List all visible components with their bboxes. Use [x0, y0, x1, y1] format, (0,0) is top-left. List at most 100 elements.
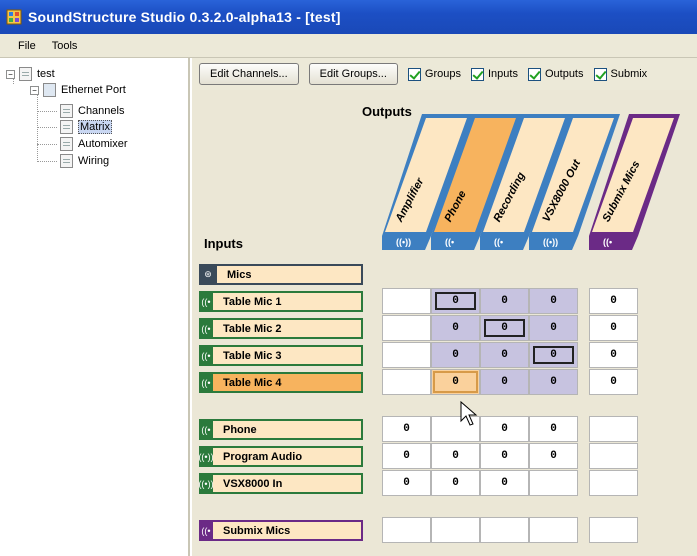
matrix-cell[interactable] — [431, 517, 480, 543]
tree-item-automixer[interactable]: Automixer — [60, 136, 128, 152]
mouse-cursor-icon — [460, 400, 478, 426]
collapse-icon[interactable]: − — [6, 69, 15, 79]
matrix-cell[interactable] — [589, 517, 638, 543]
edit-channels-button[interactable]: Edit Channels... — [199, 63, 299, 85]
tree-item-label: Channels — [78, 105, 125, 117]
matrix-cell[interactable]: 0 — [382, 416, 431, 442]
tree-item-label: Wiring — [78, 155, 110, 167]
menu-tools[interactable]: Tools — [44, 40, 86, 52]
speaker-icon: ((• — [603, 237, 613, 247]
matrix-cell[interactable] — [382, 288, 431, 314]
tree-item-label: Matrix — [78, 120, 112, 134]
inputs-heading: Inputs — [204, 236, 243, 251]
matrix-cell[interactable] — [382, 315, 431, 341]
app-icon — [6, 9, 22, 25]
matrix-cell[interactable]: 0 — [529, 443, 578, 469]
project-tree: − test − Ethernet Port Channels Matrix A… — [0, 58, 190, 556]
matrix-cell[interactable]: 0 — [589, 342, 638, 368]
matrix-cell[interactable]: 0 — [431, 369, 480, 395]
microphone-icon: ((• — [201, 377, 211, 388]
matrix-cell[interactable]: 0 — [480, 342, 529, 368]
matrix-cell[interactable]: 0 — [431, 470, 480, 496]
outputs-checkbox[interactable]: Outputs — [527, 67, 584, 81]
matrix-cell[interactable] — [589, 416, 638, 442]
matrix-cell[interactable]: 0 — [431, 288, 480, 314]
matrix-cell[interactable]: 0 — [529, 342, 578, 368]
input-row-mic[interactable]: ((• Table Mic 2 — [199, 318, 363, 339]
checkbox-icon[interactable] — [593, 67, 607, 81]
matrix-cell[interactable]: 0 — [589, 315, 638, 341]
groups-checkbox[interactable]: Groups — [407, 67, 461, 81]
input-row-remote[interactable]: ((•)) VSX8000 In — [198, 473, 363, 494]
input-group-mics[interactable]: ⊛ Mics — [199, 264, 363, 285]
matrix-cell[interactable] — [589, 470, 638, 496]
output-header-submix-mics[interactable]: Submix Mics ((• — [589, 114, 689, 250]
microphone-icon: ((•)) — [198, 451, 214, 462]
edit-groups-button[interactable]: Edit Groups... — [308, 63, 398, 85]
matrix-cell[interactable]: 0 — [529, 416, 578, 442]
input-label: Table Mic 1 — [213, 293, 361, 310]
matrix-cell[interactable]: 0 — [589, 288, 638, 314]
matrix-cell[interactable] — [589, 443, 638, 469]
window-title: SoundStructure Studio 0.3.2.0-alpha13 - … — [28, 9, 341, 25]
matrix-cell[interactable]: 0 — [431, 443, 480, 469]
tree-item-ethernet-port[interactable]: − Ethernet Port — [30, 82, 126, 98]
input-row-submix[interactable]: ((• Submix Mics — [199, 520, 363, 541]
matrix-cell[interactable]: 0 — [480, 470, 529, 496]
tree-item-wiring[interactable]: Wiring — [60, 153, 109, 169]
tree-item-matrix[interactable]: Matrix — [60, 119, 112, 135]
matrix-cell[interactable] — [382, 369, 431, 395]
collapse-icon[interactable]: − — [30, 85, 39, 95]
matrix-cell[interactable]: 0 — [382, 470, 431, 496]
matrix-cell[interactable] — [529, 517, 578, 543]
input-label: Submix Mics — [213, 522, 361, 539]
tree-root[interactable]: − test — [6, 66, 55, 82]
matrix-canvas: Outputs Inputs Amplifier ((•)) Phone ((• Rec… — [192, 90, 697, 556]
title-bar: SoundStructure Studio 0.3.2.0-alpha13 - … — [0, 0, 697, 34]
microphone-icon: ((• — [201, 424, 211, 435]
microphone-icon: ((• — [201, 525, 211, 536]
input-label: Table Mic 2 — [213, 320, 361, 337]
matrix-cell[interactable]: 0 — [529, 288, 578, 314]
matrix-cell[interactable]: 0 — [480, 315, 529, 341]
checkbox-label: Submix — [610, 68, 648, 80]
matrix-cell[interactable] — [382, 517, 431, 543]
input-row-mic[interactable]: ((• Table Mic 4 — [199, 372, 363, 393]
toolbar: Edit Channels... Edit Groups... Groups I… — [192, 58, 697, 90]
matrix-cell[interactable]: 0 — [480, 443, 529, 469]
matrix-cell[interactable]: 0 — [431, 315, 480, 341]
group-icon: ⊛ — [204, 269, 212, 279]
checkbox-icon[interactable] — [471, 67, 484, 81]
matrix-cell[interactable]: 0 — [529, 315, 578, 341]
page-icon — [60, 137, 73, 151]
matrix-cell[interactable]: 0 — [431, 342, 480, 368]
matrix-cell[interactable] — [480, 517, 529, 543]
checkbox-icon[interactable] — [527, 67, 541, 81]
speaker-icon: ((• — [445, 237, 455, 247]
menu-file[interactable]: File — [10, 40, 44, 52]
matrix-cell[interactable]: 0 — [589, 369, 638, 395]
matrix-cell[interactable]: 0 — [480, 369, 529, 395]
inputs-checkbox[interactable]: Inputs — [471, 67, 518, 81]
checkbox-icon[interactable] — [407, 67, 421, 81]
matrix-cell[interactable] — [529, 470, 578, 496]
page-icon — [60, 154, 73, 168]
input-row-mic[interactable]: ((• Table Mic 3 — [199, 345, 363, 366]
submix-checkbox[interactable]: Submix — [593, 67, 648, 81]
input-label: Phone — [213, 421, 361, 438]
matrix-cell[interactable]: 0 — [382, 443, 431, 469]
matrix-cell[interactable]: 0 — [480, 288, 529, 314]
output-header-shape — [589, 114, 680, 250]
matrix-cell[interactable]: 0 — [529, 369, 578, 395]
tree-item-channels[interactable]: Channels — [60, 103, 124, 119]
input-row-mic[interactable]: ((• Table Mic 1 — [199, 291, 363, 312]
speaker-icon: ((•)) — [543, 237, 559, 247]
input-row-remote[interactable]: ((• Phone — [199, 419, 363, 440]
matrix-cell[interactable] — [382, 342, 431, 368]
menu-bar: File Tools — [0, 34, 697, 58]
input-label: VSX8000 In — [213, 475, 361, 492]
matrix-cell[interactable]: 0 — [480, 416, 529, 442]
input-row-remote[interactable]: ((•)) Program Audio — [198, 446, 363, 467]
input-label: Program Audio — [213, 448, 361, 465]
input-label: Table Mic 4 — [213, 374, 361, 391]
